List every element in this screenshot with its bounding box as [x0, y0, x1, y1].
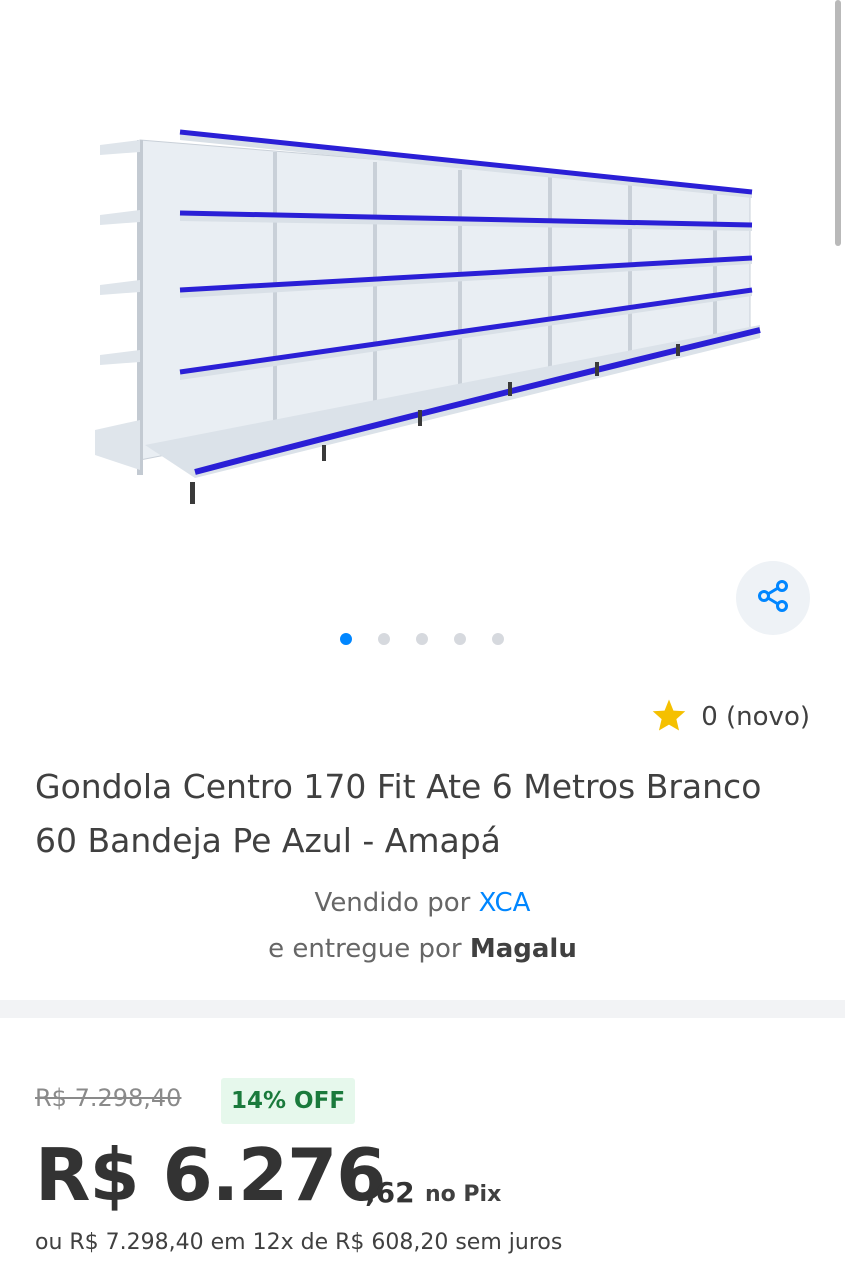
rating-text: 0 (novo) [701, 702, 810, 732]
product-title: Gondola Centro 170 Fit Ate 6 Metros Bran… [35, 767, 762, 860]
product-gallery[interactable] [0, 0, 845, 670]
gallery-dot-2[interactable] [378, 633, 390, 645]
current-price: R$ 6.276 [35, 1133, 386, 1217]
section-divider [0, 1000, 845, 1018]
scrollbar[interactable] [835, 0, 841, 246]
gallery-dot-3[interactable] [416, 633, 428, 645]
product-image[interactable] [80, 110, 780, 530]
gallery-pagination [340, 633, 504, 645]
star-icon [651, 698, 687, 736]
installments-text: ou R$ 7.298,40 em 12x de R$ 608,20 sem j… [35, 1230, 563, 1255]
delivery-partner: Magalu [469, 934, 577, 964]
payment-method: no Pix [425, 1182, 502, 1207]
share-icon [755, 578, 791, 618]
sold-by-label: Vendido por [314, 888, 471, 918]
discount-badge: 14% OFF [221, 1078, 356, 1124]
old-price: R$ 7.298,40 [35, 1084, 182, 1112]
seller-link[interactable]: XCA [479, 888, 531, 918]
gallery-dot-5[interactable] [492, 633, 504, 645]
seller-info: Vendido por XCA e entregue por Magalu [0, 880, 845, 972]
current-price-cents: ,62 [365, 1176, 415, 1209]
product-rating[interactable]: 0 (novo) [651, 698, 810, 736]
gallery-dot-1[interactable] [340, 633, 352, 645]
gallery-dot-4[interactable] [454, 633, 466, 645]
share-button[interactable] [736, 561, 810, 635]
delivered-by-label: e entregue por [268, 934, 462, 964]
